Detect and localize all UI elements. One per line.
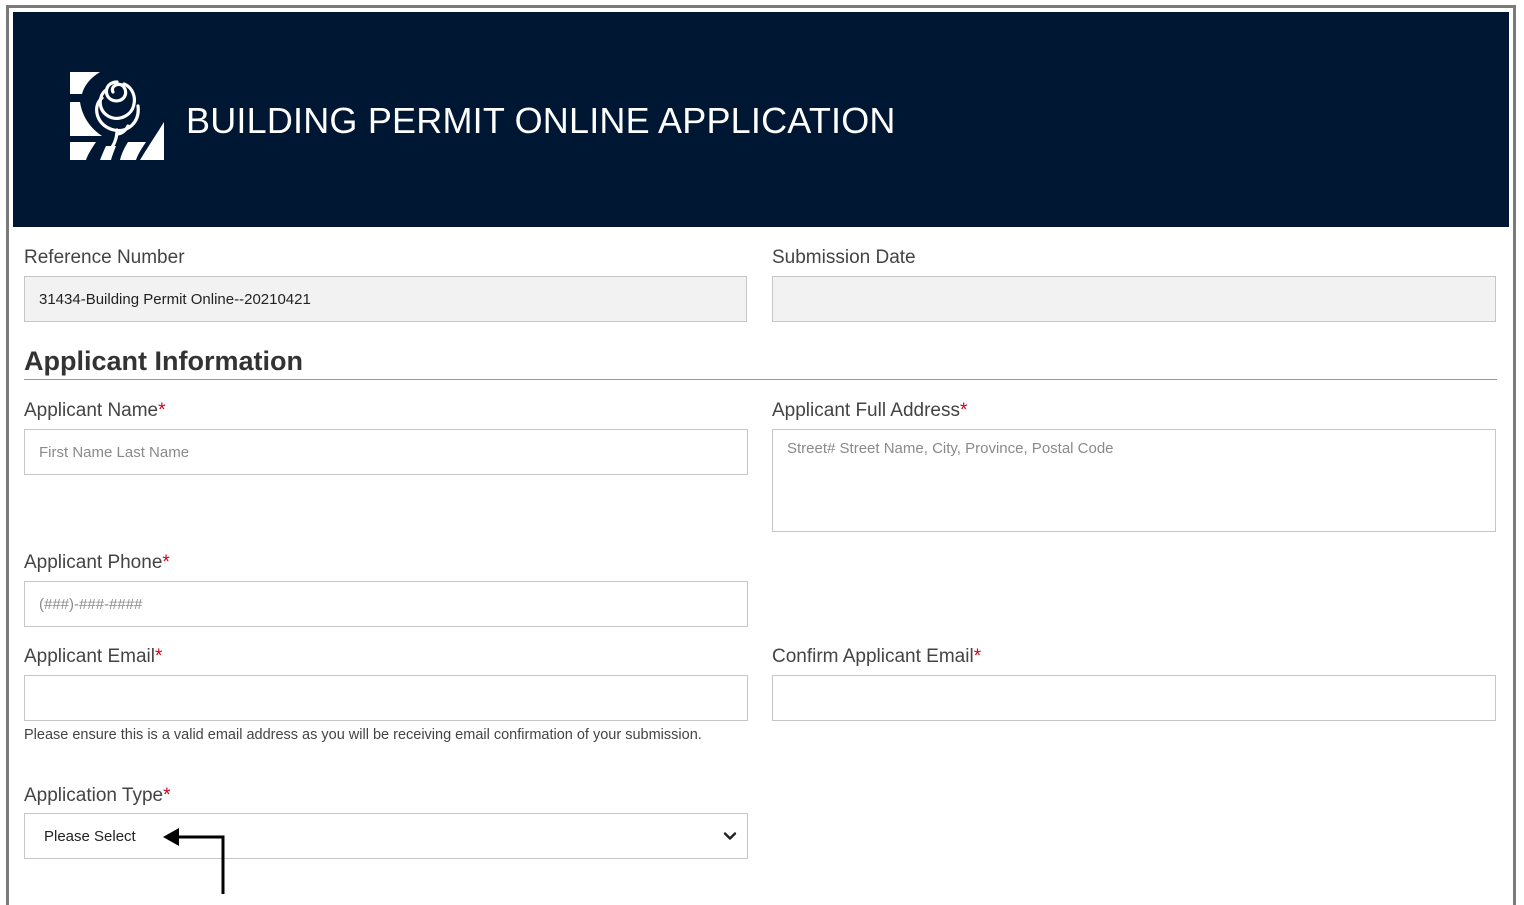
applicant-name-placeholder: First Name Last Name (39, 443, 190, 461)
reference-number-field[interactable]: 31434-Building Permit Online--20210421 (24, 276, 747, 322)
application-type-selected: Please Select (44, 827, 136, 845)
applicant-address-label: Applicant Full Address* (772, 400, 967, 422)
applicant-name-label: Applicant Name* (24, 400, 166, 422)
required-marker: * (162, 552, 170, 573)
applicant-address-textarea[interactable]: Street# Street Name, City, Province, Pos… (772, 429, 1496, 532)
applicant-email-help-text: Please ensure this is a valid email addr… (24, 727, 702, 743)
applicant-email-label-text: Applicant Email (24, 646, 155, 667)
chevron-down-icon (723, 832, 737, 840)
applicant-email-label: Applicant Email* (24, 646, 162, 668)
submission-date-field[interactable] (772, 276, 1496, 322)
required-marker: * (960, 400, 968, 421)
applicant-email-input[interactable] (24, 675, 748, 721)
page-header: BUILDING PERMIT ONLINE APPLICATION (13, 12, 1509, 227)
applicant-phone-placeholder: (###)-###-#### (39, 595, 143, 613)
applicant-name-label-text: Applicant Name (24, 400, 159, 421)
application-type-label: Application Type* (24, 785, 170, 807)
required-marker: * (163, 785, 171, 806)
section-divider (24, 379, 1497, 380)
submission-date-label: Submission Date (772, 247, 916, 268)
application-type-select[interactable]: Please Select (24, 813, 748, 859)
required-marker: * (158, 400, 166, 421)
reference-number-value: 31434-Building Permit Online--20210421 (39, 290, 311, 308)
page-title: BUILDING PERMIT ONLINE APPLICATION (186, 100, 896, 141)
applicant-phone-input[interactable]: (###)-###-#### (24, 581, 748, 627)
applicant-address-label-text: Applicant Full Address (772, 400, 960, 421)
section-title: Applicant Information (24, 346, 303, 376)
required-marker: * (973, 646, 982, 667)
confirm-email-input[interactable] (772, 675, 1496, 721)
reference-number-label: Reference Number (24, 247, 185, 268)
rose-logo-icon (70, 72, 164, 160)
application-type-label-text: Application Type (24, 785, 164, 806)
applicant-name-input[interactable]: First Name Last Name (24, 429, 748, 475)
arrow-left-icon (163, 828, 225, 894)
applicant-phone-label-text: Applicant Phone (24, 552, 163, 573)
applicant-phone-label: Applicant Phone* (24, 552, 170, 574)
required-marker: * (154, 646, 163, 667)
confirm-email-label: Confirm Applicant Email* (772, 646, 981, 668)
confirm-email-label-text: Confirm Applicant Email (772, 646, 974, 667)
applicant-address-placeholder: Street# Street Name, City, Province, Pos… (787, 440, 1114, 457)
